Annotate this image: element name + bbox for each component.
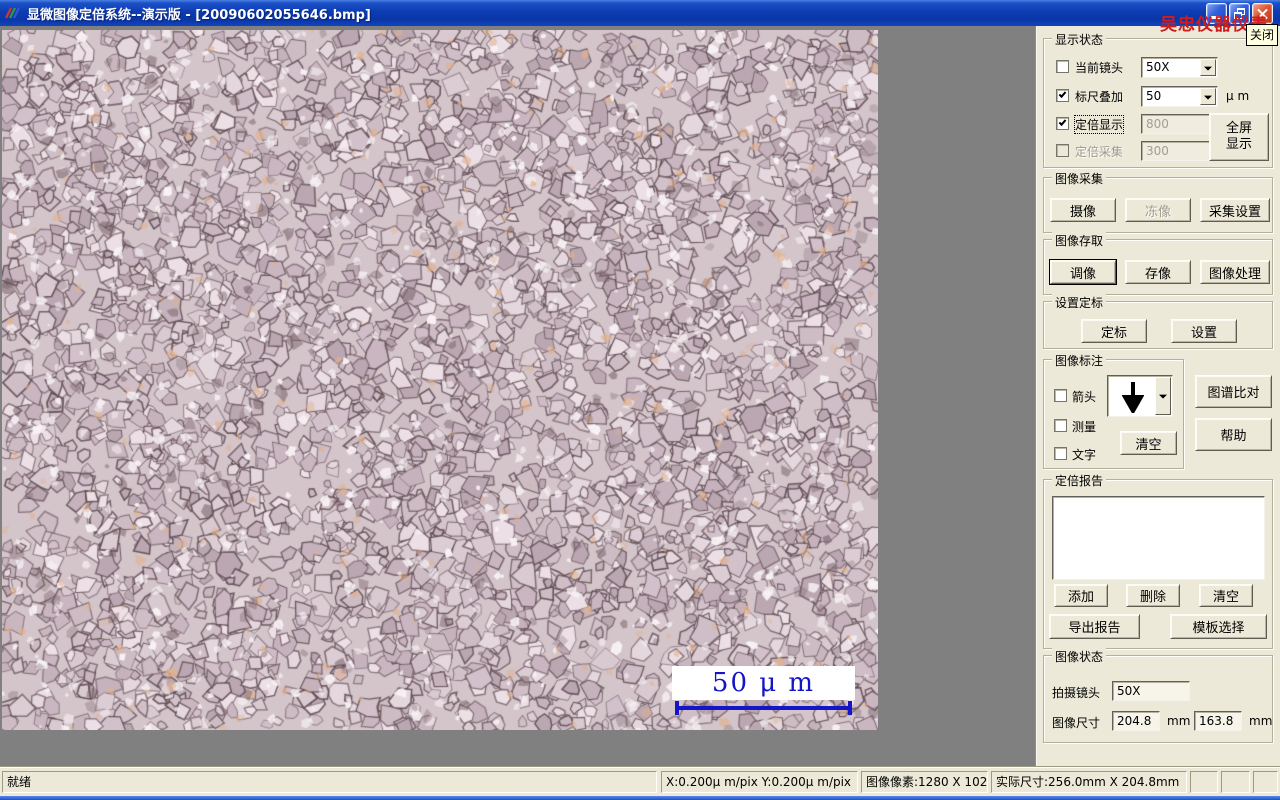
group-image-storage-title: 图像存取 [1052,232,1107,249]
current-lens-label: 当前镜头 [1075,61,1124,75]
arrow-style-combo[interactable] [1107,375,1173,417]
image-process-button[interactable]: 图像处理 [1200,260,1270,284]
template-select-button[interactable]: 模板选择 [1170,614,1267,639]
atlas-compare-button[interactable]: 图谱比对 [1195,375,1272,408]
export-report-button[interactable]: 导出报告 [1049,614,1140,639]
fixed-display-checkbox[interactable] [1056,117,1069,130]
image-width-field: 204.8 [1112,711,1160,731]
group-image-capture-title: 图像采集 [1052,170,1107,187]
micrograph-canvas[interactable] [2,30,878,730]
calibrate-button[interactable]: 定标 [1081,319,1147,343]
window-bottom-border [0,796,1280,800]
shoot-button[interactable]: 摄像 [1050,198,1116,222]
group-annotation-title: 图像标注 [1052,352,1107,369]
shoot-lens-field: 50X [1112,681,1190,701]
group-image-storage: 图像存取 调像 存像 图像处理 [1043,232,1273,295]
scale-bar-right-cap [848,701,852,715]
arrow-label: 箭头 [1072,390,1097,404]
status-actual-size: 实际尺寸:256.0mm X 204.8mm [991,771,1187,793]
title-bar: 显微图像定倍系统--演示版 - [20090602055646.bmp] 吴忠仪… [0,0,1280,35]
report-add-button[interactable]: 添加 [1054,584,1108,607]
group-image-capture: 图像采集 摄像 冻像 采集设置 [1043,170,1273,233]
chevron-down-icon[interactable] [1155,377,1171,415]
scale-bar-left-cap [675,701,679,715]
chevron-down-icon[interactable] [1200,88,1216,105]
current-lens-combo[interactable]: 50X [1141,57,1218,78]
current-lens-checkbox[interactable] [1056,60,1069,73]
group-image-status: 图像状态 拍摄镜头 50X 图像尺寸 204.8 mm 163.8 mm [1043,648,1273,743]
help-button[interactable]: 帮助 [1195,418,1272,451]
check-icon [1058,118,1067,126]
ruler-overlay-checkbox[interactable] [1056,89,1069,102]
load-image-button[interactable]: 调像 [1050,260,1116,284]
group-display-status: 显示状态 当前镜头 50X 标尺叠加 50 μ m 定倍显示 800 定倍采集 … [1043,31,1273,168]
fixed-capture-value-field: 300 [1141,141,1218,161]
measure-label: 测量 [1072,420,1097,434]
image-height-unit: mm [1249,714,1273,728]
status-ready: 就绪 [2,771,657,793]
ruler-value-combo[interactable]: 50 [1141,86,1218,107]
image-viewport[interactable]: 50 μ m [0,26,1035,766]
setup-button[interactable]: 设置 [1171,319,1237,343]
image-size-label: 图像尺寸 [1052,716,1101,730]
ruler-overlay-label: 标尺叠加 [1075,90,1124,104]
fixed-display-value-field: 800 [1141,114,1218,134]
group-report: 定倍报告 添加 删除 清空 导出报告 模板选择 [1043,472,1273,649]
arrow-down-icon [1122,382,1144,413]
status-pane-empty-2 [1221,771,1250,793]
group-calibration: 设置定标 定标 设置 [1043,294,1273,349]
group-report-title: 定倍报告 [1052,472,1107,489]
image-width-unit: mm [1167,714,1191,728]
client-area: 50 μ m 显示状态 当前镜头 50X 标尺叠加 50 μ m 定倍显示 80… [0,26,1280,766]
app-icon [5,7,21,19]
fullscreen-button[interactable]: 全屏 显示 [1209,113,1269,161]
report-clear-button[interactable]: 清空 [1199,584,1253,607]
text-checkbox[interactable] [1054,447,1067,460]
status-bar: 就绪 X:0.200μ m/pix Y:0.200μ m/pix 图像像素:12… [0,766,1280,796]
report-delete-button[interactable]: 删除 [1126,584,1180,607]
fixed-capture-label: 定倍采集 [1075,145,1124,159]
report-listbox[interactable] [1052,496,1265,580]
scale-bar-label: 50 μ m [711,668,816,698]
shoot-lens-label: 拍摄镜头 [1052,686,1101,700]
group-calibration-title: 设置定标 [1052,294,1107,311]
fixed-display-label: 定倍显示 [1073,115,1125,134]
freeze-button: 冻像 [1125,198,1191,222]
scale-bar-label-box: 50 μ m [672,666,855,700]
group-image-status-title: 图像状态 [1052,648,1107,665]
scale-bar-line [677,706,851,710]
app-window: 显微图像定倍系统--演示版 - [20090602055646.bmp] 吴忠仪… [0,0,1280,800]
status-pane-empty-3 [1253,771,1278,793]
group-display-status-title: 显示状态 [1052,31,1107,48]
measure-checkbox[interactable] [1054,419,1067,432]
check-icon [1058,90,1067,98]
status-image-pixels: 图像像素:1280 X 1024 [861,771,988,793]
capture-settings-button[interactable]: 采集设置 [1200,198,1270,222]
annotation-clear-button[interactable]: 清空 [1120,431,1177,455]
control-panel: 显示状态 当前镜头 50X 标尺叠加 50 μ m 定倍显示 800 定倍采集 … [1035,26,1280,766]
save-image-button[interactable]: 存像 [1125,260,1191,284]
text-label: 文字 [1072,448,1097,462]
fixed-capture-checkbox [1056,144,1069,157]
ruler-unit-label: μ m [1226,89,1250,103]
group-annotation: 图像标注 箭头 测量 文字 清空 [1043,352,1184,469]
chevron-down-icon[interactable] [1200,59,1216,76]
close-tooltip: 关闭 [1246,24,1279,46]
window-title: 显微图像定倍系统--演示版 - [20090602055646.bmp] [27,8,371,23]
status-pane-empty-1 [1190,771,1218,793]
arrow-checkbox[interactable] [1054,389,1067,402]
status-pixel-scale: X:0.200μ m/pix Y:0.200μ m/pix [661,771,858,793]
image-height-field: 163.8 [1194,711,1242,731]
